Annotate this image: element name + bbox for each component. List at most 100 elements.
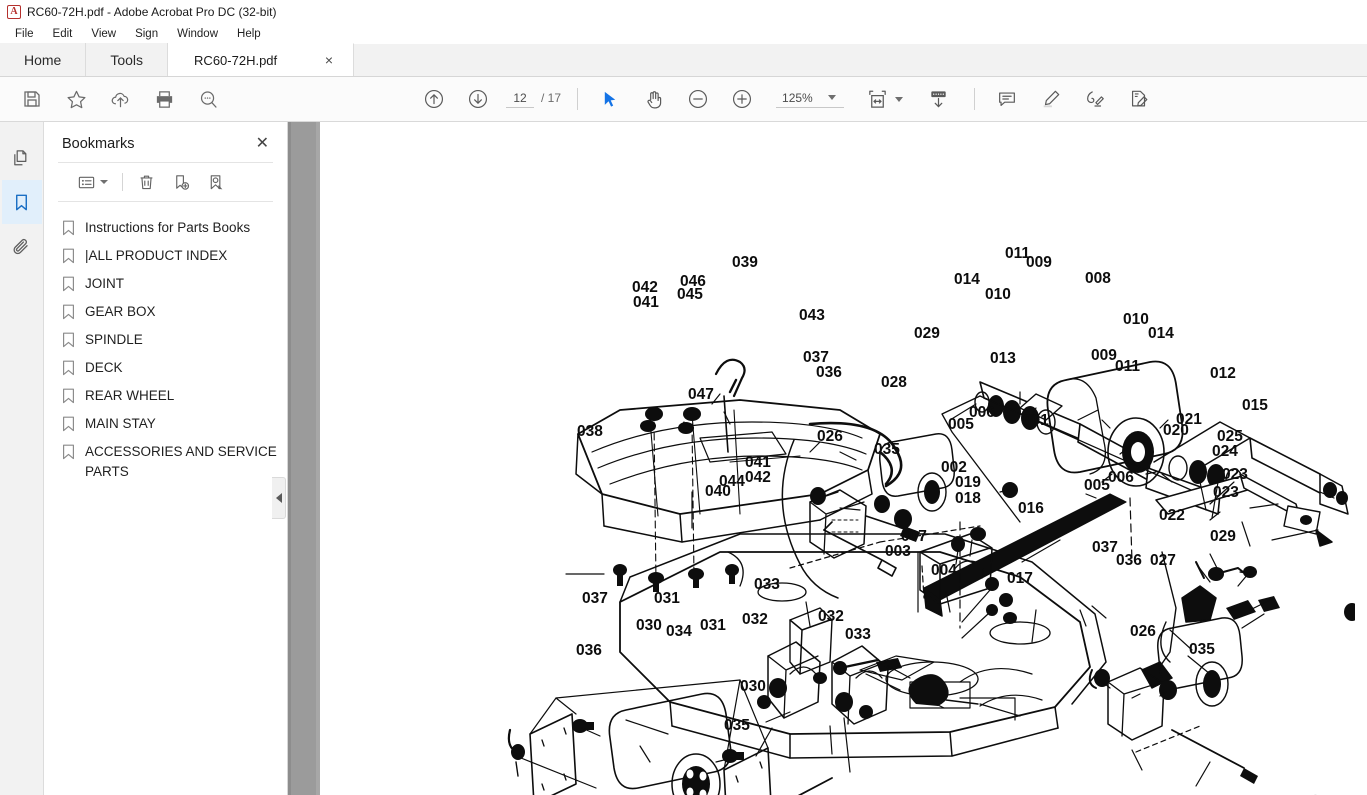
bookmark-item-spindle[interactable]: SPINDLE	[44, 326, 287, 354]
document-viewer[interactable]: 042 046 039 041 045 043 011 009 014 008 010 010 014 0…	[288, 122, 1367, 795]
part-callout: 006	[1108, 469, 1134, 486]
trash-icon[interactable]	[132, 169, 161, 195]
part-callout: 039	[732, 254, 758, 271]
sidebar-item-bookmarks[interactable]	[1, 180, 42, 224]
part-callout: 029	[914, 325, 940, 342]
bookmark-label: ACCESSORIES AND SERVICE PARTS	[85, 444, 277, 479]
paperclip-icon[interactable]	[2, 224, 42, 268]
bookmark-item-deck[interactable]: DECK	[44, 354, 287, 382]
part-callout: 001	[1023, 412, 1049, 429]
bookmarks-panel: Bookmarks ✕ Instructions for Parts Books…	[44, 122, 288, 795]
bookmarks-toolbar	[58, 162, 273, 202]
part-callout: 023	[1213, 484, 1239, 501]
cursor-arrow-icon[interactable]	[595, 84, 625, 114]
part-callout: 033	[754, 576, 780, 593]
page-navigation: / 17	[506, 90, 561, 108]
part-callout: 036	[576, 642, 602, 659]
next-page-button[interactable]	[463, 84, 493, 114]
chevron-down-icon[interactable]	[828, 95, 837, 100]
freehand-draw-icon[interactable]	[1080, 84, 1110, 114]
part-callout: 036	[1116, 552, 1142, 569]
panel-collapse-handle[interactable]	[272, 477, 286, 519]
save-icon[interactable]	[17, 84, 47, 114]
part-callout: 040	[705, 483, 731, 500]
zoom-out-button[interactable]	[683, 84, 713, 114]
close-icon[interactable]: ×	[319, 53, 339, 67]
part-callout: 026	[817, 428, 843, 445]
tab-home[interactable]: Home	[0, 43, 87, 76]
bookmarks-panel-header: Bookmarks ✕	[44, 122, 287, 162]
bookmark-item-joint[interactable]: JOINT	[44, 270, 287, 298]
part-callout: 035	[724, 717, 750, 734]
menu-help[interactable]: Help	[228, 26, 271, 42]
bookmark-item-main-stay[interactable]: MAIN STAY	[44, 410, 287, 438]
star-icon[interactable]	[61, 84, 91, 114]
hand-icon[interactable]	[639, 84, 669, 114]
bookmark-item-rear-wheel[interactable]: REAR WHEEL	[44, 382, 287, 410]
part-callout: 037	[582, 590, 608, 607]
menu-file[interactable]: File	[6, 26, 44, 42]
page-number-input[interactable]	[506, 90, 534, 108]
print-icon[interactable]	[149, 84, 179, 114]
bookmark-label: DECK	[85, 360, 123, 375]
zoom-level-selector[interactable]: 125%	[776, 91, 845, 108]
part-callout: 036	[816, 364, 842, 381]
fit-page-chevron-icon[interactable]	[895, 96, 904, 102]
part-callout: 011	[1115, 358, 1140, 375]
fit-page-icon[interactable]	[862, 84, 892, 114]
previous-page-button[interactable]	[419, 84, 449, 114]
part-callout: 003	[885, 543, 911, 560]
document-tab-label: RC60-72H.pdf	[194, 52, 278, 68]
part-callout: 042	[745, 469, 771, 486]
bookmark-label: MAIN STAY	[85, 416, 156, 431]
bookmark-label: |ALL PRODUCT INDEX	[85, 248, 228, 263]
part-callout: 009	[1026, 254, 1052, 271]
zoom-in-button[interactable]	[727, 84, 757, 114]
menu-view[interactable]: View	[82, 26, 126, 42]
pdf-page[interactable]: 042 046 039 041 045 043 011 009 014 008 010 010 014 0…	[320, 122, 1367, 795]
close-icon[interactable]: ✕	[252, 134, 273, 154]
part-callout: 005	[1084, 477, 1110, 494]
new-bookmark-icon[interactable]	[167, 169, 196, 195]
main-toolbar: / 17 125%	[0, 77, 1367, 122]
bookmark-label: Instructions for Parts Books	[85, 220, 251, 235]
upload-cloud-icon[interactable]	[105, 84, 135, 114]
locate-bookmark-icon[interactable]	[202, 169, 231, 195]
bookmark-icon	[62, 330, 82, 348]
fill-and-sign-icon[interactable]	[1124, 84, 1154, 114]
part-callout: 030	[740, 678, 766, 695]
bookmark-item-gear-box[interactable]: GEAR BOX	[44, 298, 287, 326]
part-callout: 010	[1123, 311, 1149, 328]
bookmarks-title: Bookmarks	[62, 136, 135, 152]
list-options-icon[interactable]	[72, 169, 113, 195]
part-callout: 013	[990, 350, 1016, 367]
bookmark-icon	[62, 414, 82, 432]
comment-icon[interactable]	[992, 84, 1022, 114]
part-callout: 009	[1091, 347, 1117, 364]
menu-window[interactable]: Window	[168, 26, 228, 42]
part-callout: 047	[688, 386, 714, 403]
highlight-pen-icon[interactable]	[1036, 84, 1066, 114]
part-callout: 018	[955, 490, 981, 507]
chevron-down-icon[interactable]	[100, 180, 108, 184]
menu-edit[interactable]: Edit	[44, 26, 83, 42]
scroll-mode-icon[interactable]	[923, 84, 953, 114]
page-thumbnails-icon[interactable]	[2, 136, 42, 180]
bookmark-item-instructions-for-parts-books[interactable]: Instructions for Parts Books	[44, 214, 287, 242]
bookmark-item-accessories-and-service-parts[interactable]: ACCESSORIES AND SERVICE PARTS	[44, 438, 287, 486]
bookmark-item-all-product-index[interactable]: |ALL PRODUCT INDEX	[44, 242, 287, 270]
part-callout: 045	[677, 286, 703, 303]
mower-deck-exploded-parts-diagram: 042 046039041 045043011009014 0080100100140…	[507, 245, 1355, 795]
tab-strip: Home Tools RC60-72H.pdf ×	[0, 43, 1367, 77]
part-callout: 022	[1159, 507, 1185, 524]
tab-document[interactable]: RC60-72H.pdf ×	[168, 43, 355, 76]
toolbar-divider-2	[974, 88, 976, 110]
search-icon[interactable]	[193, 84, 223, 114]
part-callout: 032	[742, 611, 768, 628]
menu-sign[interactable]: Sign	[126, 26, 168, 42]
menu-bar: File Edit View Sign Window Help	[0, 23, 1367, 44]
part-callout: 015	[1242, 397, 1268, 414]
part-callout: 035	[874, 441, 900, 458]
bookmark-icon	[62, 274, 82, 292]
tab-tools[interactable]: Tools	[86, 43, 169, 76]
